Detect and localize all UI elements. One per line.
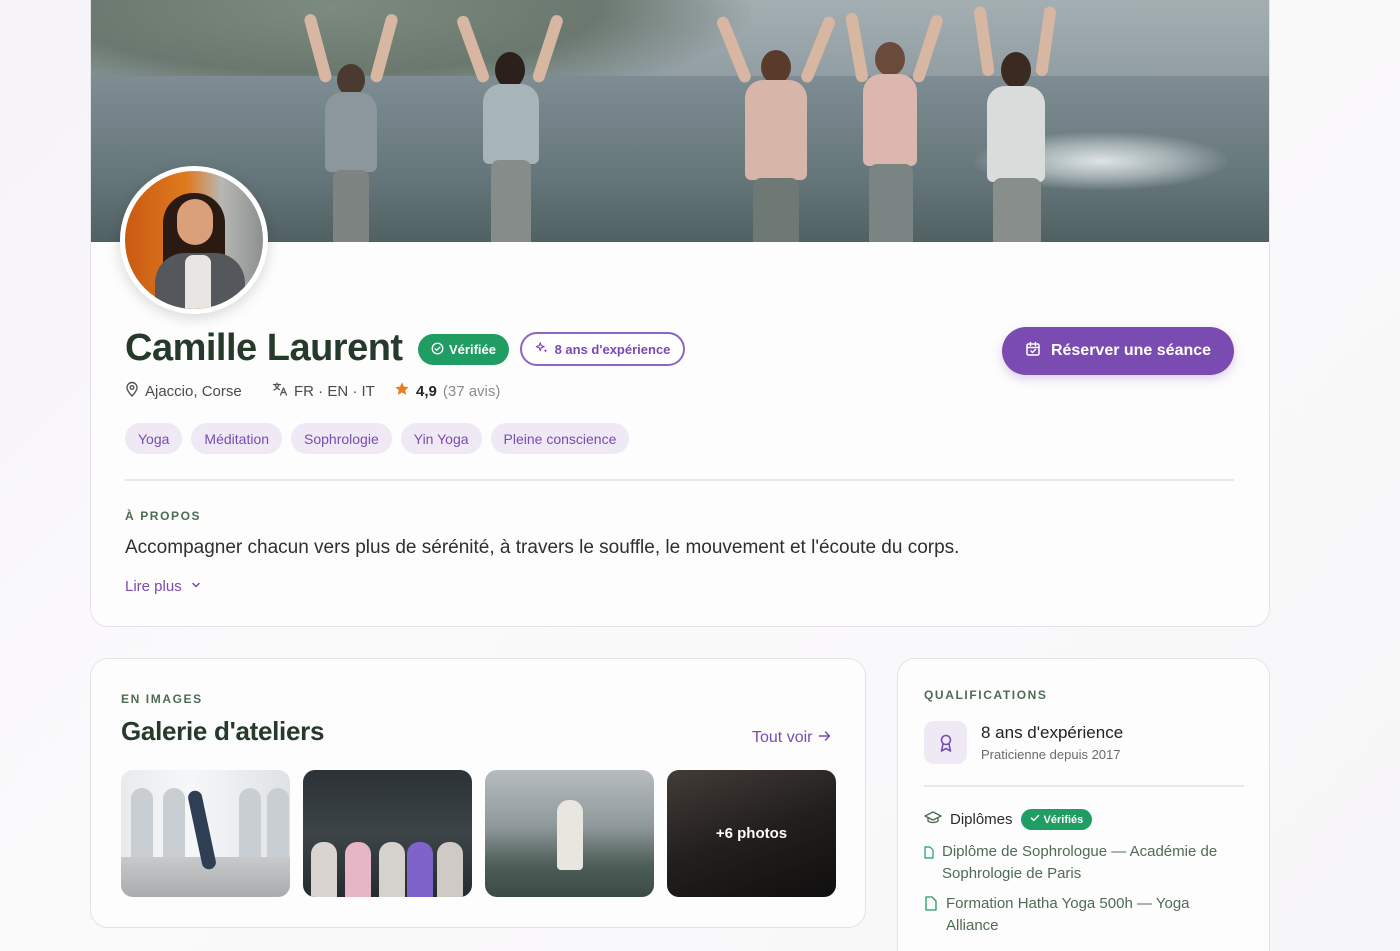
verified-badge: Vérifiée bbox=[418, 334, 509, 365]
check-icon bbox=[1030, 813, 1040, 826]
languages-text: FR · EN · IT bbox=[294, 382, 375, 400]
verified-badge-label: Vérifiée bbox=[449, 342, 496, 357]
profile-name: Camille Laurent bbox=[125, 327, 403, 369]
specialty-tags: Yoga Méditation Sophrologie Yin Yoga Ple… bbox=[125, 423, 630, 454]
location-text: Ajaccio, Corse bbox=[145, 382, 242, 400]
book-session-label: Réserver une séance bbox=[1050, 342, 1212, 359]
tag[interactable]: Pleine conscience bbox=[490, 423, 630, 454]
see-all-link[interactable]: Tout voir bbox=[752, 729, 831, 747]
gallery-photo[interactable] bbox=[485, 770, 654, 897]
tag[interactable]: Yin Yoga bbox=[400, 423, 482, 454]
more-photos-label: +6 photos bbox=[667, 770, 836, 897]
tag[interactable]: Sophrologie bbox=[291, 423, 392, 454]
chevron-down-icon bbox=[190, 578, 202, 595]
profile-card bbox=[90, 0, 1270, 627]
read-more-label: Lire plus bbox=[125, 578, 182, 595]
diplomas-verified-badge: Vérifiés bbox=[1020, 809, 1093, 830]
diplomas-header: Diplômes Vérifiés bbox=[924, 809, 1093, 830]
gallery-photo[interactable] bbox=[121, 770, 290, 897]
document-icon bbox=[924, 896, 938, 937]
book-session-button[interactable]: Réserver une séance bbox=[1002, 327, 1234, 375]
rating-value: 4,9 bbox=[416, 382, 437, 400]
see-all-label: Tout voir bbox=[752, 729, 813, 746]
check-circle-icon bbox=[431, 342, 444, 358]
graduation-cap-icon bbox=[924, 810, 942, 829]
experience-badge-label: 8 ans d'expérience bbox=[554, 341, 671, 357]
location: Ajaccio, Corse bbox=[125, 380, 242, 402]
translate-icon bbox=[272, 381, 288, 401]
diploma-text: Formation Hatha Yoga 500h — Yoga Allianc… bbox=[946, 895, 1190, 934]
diploma-item: Formation Hatha Yoga 500h — Yoga Allianc… bbox=[924, 893, 1244, 937]
qualifications-eyebrow: QUALIFICATIONS bbox=[924, 688, 1048, 702]
star-icon bbox=[394, 381, 410, 401]
location-pin-icon bbox=[125, 381, 139, 401]
gallery-photo-more[interactable]: +6 photos bbox=[667, 770, 836, 897]
about-text: Accompagner chacun vers plus de sérénité… bbox=[125, 537, 960, 558]
about-label: À PROPOS bbox=[125, 509, 202, 523]
gallery-photo[interactable] bbox=[303, 770, 472, 897]
arrow-right-icon bbox=[818, 729, 831, 747]
read-more-link[interactable]: Lire plus bbox=[125, 578, 202, 595]
diplomas-badge-label: Vérifiés bbox=[1043, 813, 1084, 826]
sparkles-icon bbox=[535, 341, 549, 358]
gallery-card: EN IMAGES Galerie d'ateliers Tout voir +… bbox=[90, 658, 866, 928]
diploma-text: Diplôme de Sophrologue — Académie de Sop… bbox=[942, 843, 1218, 882]
cover-photo bbox=[91, 0, 1269, 242]
tag[interactable]: Yoga bbox=[125, 423, 183, 454]
languages: FR · EN · IT bbox=[272, 380, 375, 402]
qualifications-card: QUALIFICATIONS 8 ans d'expérience Pratic… bbox=[897, 658, 1270, 951]
review-count: (37 avis) bbox=[442, 382, 501, 400]
avatar[interactable] bbox=[120, 166, 268, 314]
document-icon bbox=[924, 844, 934, 885]
divider bbox=[125, 479, 1234, 481]
divider bbox=[924, 785, 1244, 787]
experience-title: 8 ans d'expérience bbox=[981, 723, 1124, 742]
experience-subtitle: Praticienne depuis 2017 bbox=[981, 747, 1121, 762]
rating[interactable]: 4,9 (37 avis) bbox=[394, 380, 500, 402]
tag[interactable]: Méditation bbox=[191, 423, 283, 454]
gallery-eyebrow: EN IMAGES bbox=[121, 692, 203, 706]
diplomas-label: Diplômes bbox=[950, 811, 1013, 828]
diploma-item: Diplôme de Sophrologue — Académie de Sop… bbox=[924, 841, 1244, 885]
experience-badge: 8 ans d'expérience bbox=[520, 332, 685, 366]
award-icon bbox=[924, 721, 967, 764]
calendar-icon bbox=[1025, 341, 1041, 362]
gallery-thumbnails: +6 photos bbox=[121, 770, 836, 897]
gallery-title: Galerie d'ateliers bbox=[121, 716, 325, 746]
